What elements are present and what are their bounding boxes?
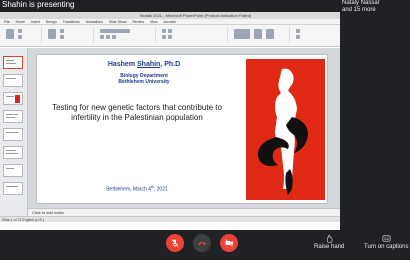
shared-screen: Biotalk 2021 - Microsoft PowerPoint (Pro… [0, 12, 340, 230]
align-left-icon[interactable] [162, 35, 166, 39]
underline-icon[interactable] [112, 35, 116, 39]
notes-pane[interactable]: Click to add notes [28, 208, 340, 216]
presenter-suffix: , Ph.D [160, 61, 181, 68]
meeting-window: Shahin is presenting Nataly Nassar and 1… [0, 0, 410, 260]
slide-thumbnail[interactable] [3, 56, 23, 69]
app-title: Biotalk 2021 - Microsoft PowerPoint (Pro… [140, 13, 252, 18]
raise-hand-button[interactable]: Raise hand [314, 234, 344, 251]
participant-tile[interactable]: Nataly Nassar and 15 more [340, 0, 410, 24]
ribbon-group-slides [44, 27, 94, 43]
ribbon-tab[interactable]: Slide Show [109, 19, 127, 24]
numbering-icon[interactable] [168, 29, 172, 33]
presenter-name: Hashem Shahin, Ph.D [79, 61, 209, 68]
italic-icon[interactable] [106, 35, 110, 39]
paste-icon[interactable] [6, 29, 14, 39]
camera-toggle-button[interactable] [220, 234, 238, 252]
bullets-icon[interactable] [162, 29, 166, 33]
ribbon-tab[interactable]: View [150, 19, 158, 24]
participant-name: Nataly Nassar [342, 0, 380, 6]
hang-up-icon [198, 242, 206, 246]
university-text: Bethlehem University [118, 79, 170, 85]
status-text: Slide 1 of 21 English (U.S.) [2, 218, 45, 222]
slide-thumbnail[interactable] [3, 146, 23, 159]
bold-icon[interactable] [100, 35, 104, 39]
participant-more-count: and 15 more [342, 7, 376, 13]
silhouette-figure [246, 59, 325, 200]
ribbon-tab[interactable]: Home [16, 19, 25, 24]
call-controls: Raise hand Turn on captions [0, 232, 410, 260]
captions-label: Turn on captions [364, 244, 409, 250]
editor-workarea: Hashem Shahin, Ph.D Biology Department B… [0, 48, 340, 222]
slide-thumbnail[interactable] [3, 92, 23, 105]
silhouette-image [246, 59, 325, 200]
presenting-banner: Shahin is presenting [2, 0, 75, 9]
quick-styles-icon[interactable] [266, 29, 274, 39]
ribbon-tab[interactable]: Animations [86, 19, 103, 24]
presenter-last-name: Shahin [137, 61, 161, 68]
arrange-icon[interactable] [254, 29, 262, 39]
leave-call-button[interactable] [193, 234, 211, 252]
slide-date: Bethlehem, March 4th, 2021 [77, 185, 197, 193]
slide-thumbnails-panel [0, 48, 28, 222]
ribbon-group-editing [292, 27, 336, 43]
find-icon[interactable] [296, 29, 300, 33]
ribbon-tab[interactable]: File [4, 19, 10, 24]
cut-icon[interactable] [18, 29, 22, 33]
reset-icon[interactable] [60, 35, 64, 39]
app-titlebar: Biotalk 2021 - Microsoft PowerPoint (Pro… [0, 12, 340, 19]
captions-icon [382, 235, 391, 242]
ribbon-tab[interactable]: Insert [31, 19, 40, 24]
slide-thumbnail[interactable] [3, 128, 23, 141]
camera-off-icon [225, 239, 233, 247]
slide-canvas[interactable]: Hashem Shahin, Ph.D Biology Department B… [36, 54, 328, 204]
ribbon-tab[interactable]: Design [46, 19, 57, 24]
slide-thumbnail[interactable] [3, 182, 23, 195]
slide-thumbnail[interactable] [3, 164, 23, 177]
app-statusbar: Slide 1 of 21 English (U.S.) [0, 216, 340, 222]
mic-toggle-button[interactable] [166, 234, 184, 252]
date-prefix: Bethlehem, March 4 [106, 186, 151, 193]
ribbon-group-paragraph [158, 27, 228, 43]
font-name-select[interactable] [100, 29, 130, 33]
slide-title: Testing for new genetic factors that con… [52, 103, 222, 122]
ribbon-group-clipboard [2, 27, 42, 43]
ribbon-group-drawing [230, 27, 290, 43]
date-year: , 2021 [153, 186, 168, 193]
copy-icon[interactable] [18, 35, 22, 39]
hand-icon [327, 234, 332, 243]
ribbon-toolbar [0, 25, 340, 47]
ribbon-tab[interactable]: Transitions [63, 19, 80, 24]
ribbon-group-font [96, 27, 156, 43]
replace-icon[interactable] [296, 35, 300, 39]
presenter-first-name: Hashem [107, 61, 137, 68]
raise-hand-label: Raise hand [314, 244, 345, 250]
mic-off-icon [171, 239, 179, 247]
shapes-icon[interactable] [234, 29, 250, 39]
ribbon-tab[interactable]: Review [133, 19, 144, 24]
ribbon-tab[interactable]: Acrobat [164, 19, 176, 24]
layout-icon[interactable] [60, 29, 64, 33]
align-center-icon[interactable] [168, 35, 172, 39]
slide-thumbnail[interactable] [3, 74, 23, 87]
captions-button[interactable]: Turn on captions [364, 234, 408, 251]
slide-thumbnail[interactable] [3, 110, 23, 123]
new-slide-icon[interactable] [48, 29, 56, 39]
